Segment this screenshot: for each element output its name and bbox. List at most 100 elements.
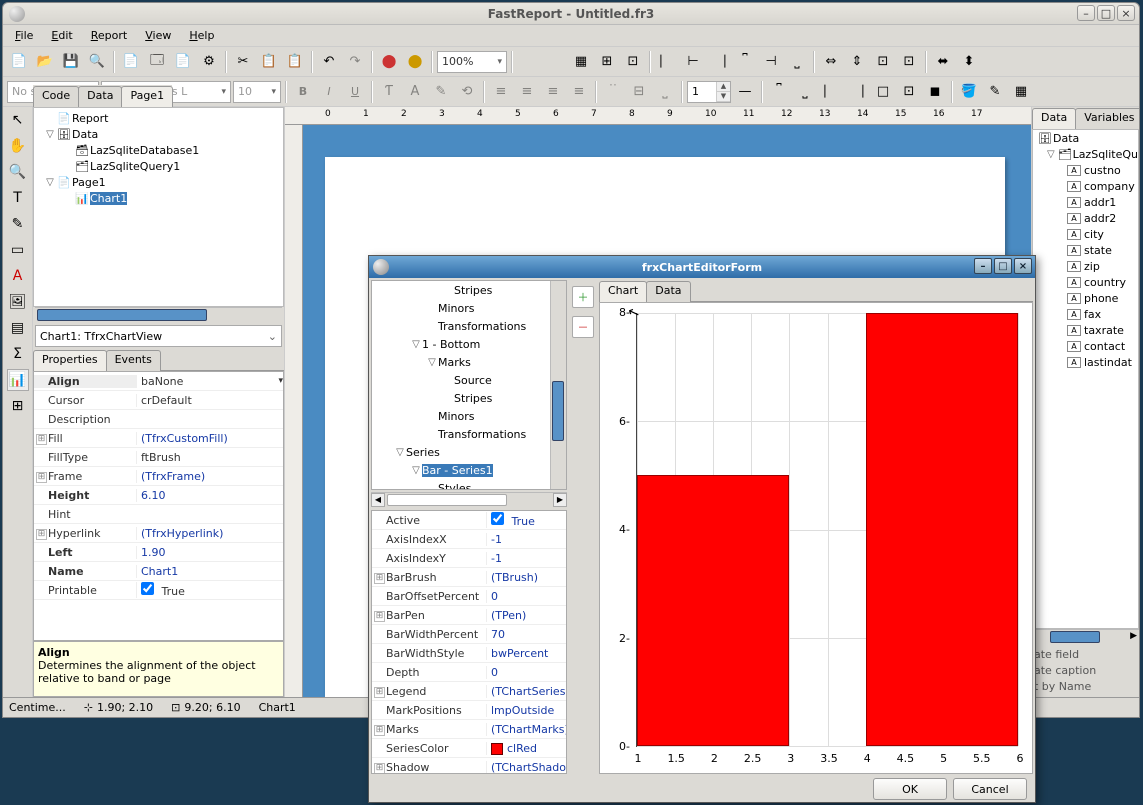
text-top-button[interactable]: ⎴ (601, 80, 625, 104)
property-row[interactable]: Fill(TfrxCustomFill) (34, 429, 283, 448)
series-property-grid[interactable]: Active TrueAxisIndexX-1AxisIndexY-1BarBr… (371, 510, 567, 774)
chart-tree-item[interactable]: Stripes (374, 389, 564, 407)
chart-tree-item[interactable]: ▽1 - Bottom (374, 335, 564, 353)
align-bottom-button[interactable]: ⎵ (785, 50, 809, 74)
preview-button[interactable]: 🔍 (85, 50, 109, 74)
cut-button[interactable]: ✂ (231, 50, 255, 74)
align-right-button[interactable]: ⎹ (707, 50, 731, 74)
chart-tree-item[interactable]: Source (374, 371, 564, 389)
text-justify-button[interactable]: ≡ (567, 80, 591, 104)
object-selector[interactable]: Chart1: TfrxChartView (35, 325, 282, 347)
property-row[interactable]: AlignbaNone▾ (34, 372, 283, 391)
frame-edit-button[interactable]: ▦ (1009, 80, 1033, 104)
data-field[interactable]: Afax (1033, 306, 1138, 322)
chart-structure-tree[interactable]: StripesMinorsTransformations▽1 - Bottom▽… (371, 280, 567, 490)
highlight-button[interactable]: ✎ (429, 80, 453, 104)
data-field[interactable]: Ataxrate (1033, 322, 1138, 338)
fill-color-button[interactable]: 🪣 (957, 80, 981, 104)
tab-right-data[interactable]: Data (1032, 108, 1076, 129)
series-property-row[interactable]: SeriesColorclRed (372, 739, 566, 758)
series-property-row[interactable]: Legend(TChartSeriesLe (372, 682, 566, 701)
property-row[interactable]: Hyperlink(TfrxHyperlink) (34, 524, 283, 543)
align-grid-button[interactable]: ⊞ (595, 50, 619, 74)
subreport-tool[interactable]: ▤ (7, 317, 29, 339)
chart-tool[interactable]: 📊 (7, 369, 29, 391)
tree-item[interactable]: 📄Report (36, 110, 281, 126)
font-color-button[interactable]: A (403, 80, 427, 104)
chart-tree-item[interactable]: Stripes (374, 281, 564, 299)
tree-item[interactable]: 🗃LazSqliteDatabase1 (36, 142, 281, 158)
property-row[interactable]: CursorcrDefault (34, 391, 283, 410)
data-field[interactable]: Acompany (1033, 178, 1138, 194)
data-field[interactable]: Astate (1033, 242, 1138, 258)
series-property-row[interactable]: Shadow(TChartShadow) (372, 758, 566, 774)
property-row[interactable]: Printable True (34, 581, 283, 600)
group-button[interactable]: ⬤ (377, 50, 401, 74)
series-property-row[interactable]: BarBrush(TBrush) (372, 568, 566, 587)
align-center-button[interactable]: ⊢ (681, 50, 705, 74)
frame-right-button[interactable]: ⎹ (845, 80, 869, 104)
data-root[interactable]: 🗄Data (1033, 130, 1138, 146)
dialog-ok-button[interactable]: OK (873, 778, 947, 800)
chart-tree-item[interactable]: ▽Bar - Series1 (374, 461, 564, 479)
property-grid[interactable]: AlignbaNone▾CursorcrDefaultDescriptionFi… (33, 371, 284, 641)
grid-button[interactable]: ▦ (569, 50, 593, 74)
data-field[interactable]: Acountry (1033, 274, 1138, 290)
band-tool[interactable]: ▭ (7, 239, 29, 261)
space-h-button[interactable]: ⇔ (819, 50, 843, 74)
format-tool[interactable]: ✎ (7, 213, 29, 235)
tree-hscroll[interactable] (35, 307, 282, 323)
dialog-cancel-button[interactable]: Cancel (953, 778, 1027, 800)
undo-button[interactable]: ↶ (317, 50, 341, 74)
frame-left-button[interactable]: ⎸ (819, 80, 843, 104)
dialog-close-button[interactable]: × (1014, 258, 1032, 274)
same-height-button[interactable]: ⬍ (957, 50, 981, 74)
series-property-row[interactable]: BarPen(TPen) (372, 606, 566, 625)
data-tree[interactable]: 🗄Data▽🗂LazSqliteQuAcustnoAcompanyAaddr1A… (1032, 129, 1139, 629)
series-property-row[interactable]: Marks(TChartMarks) (372, 720, 566, 739)
frame-top-button[interactable]: ⎴ (767, 80, 791, 104)
redo-button[interactable]: ↷ (343, 50, 367, 74)
property-row[interactable]: Height6.10 (34, 486, 283, 505)
rotate-button[interactable]: ⟲ (455, 80, 479, 104)
data-source[interactable]: ▽🗂LazSqliteQu (1033, 146, 1138, 162)
chart-tree-item[interactable]: Minors (374, 407, 564, 425)
delete-page-button[interactable]: 📄 (171, 50, 195, 74)
property-row[interactable]: NameChart1 (34, 562, 283, 581)
align-left-button[interactable]: ⎸ (655, 50, 679, 74)
open-button[interactable]: 📂 (33, 50, 57, 74)
new-dialog-button[interactable]: 🗔 (145, 50, 169, 74)
lineweight-spin[interactable]: ▲▼ (687, 81, 731, 103)
space-v-button[interactable]: ⇕ (845, 50, 869, 74)
sigma-tool[interactable]: Σ (7, 343, 29, 365)
font-settings-button[interactable]: Ƭ (377, 80, 401, 104)
text-left-button[interactable]: ≡ (489, 80, 513, 104)
tree-item[interactable]: 🗂LazSqliteQuery1 (36, 158, 281, 174)
save-button[interactable]: 💾 (59, 50, 83, 74)
menu-report[interactable]: Report (83, 27, 135, 44)
picture-tool[interactable]: 🖼 (7, 291, 29, 313)
zoom-combo[interactable]: 100% (437, 51, 507, 73)
tab-properties[interactable]: Properties (33, 350, 107, 371)
chart-tree-item[interactable]: Styles (374, 479, 564, 490)
ungroup-button[interactable]: ⬤ (403, 50, 427, 74)
menu-edit[interactable]: Edit (43, 27, 80, 44)
data-field[interactable]: Aaddr2 (1033, 210, 1138, 226)
series-property-row[interactable]: BarWidthStylebwPercent (372, 644, 566, 663)
menu-file[interactable]: File (7, 27, 41, 44)
property-row[interactable]: Description (34, 410, 283, 429)
dlg-tree-vscroll[interactable] (550, 281, 566, 489)
data-field[interactable]: Acity (1033, 226, 1138, 242)
data-field[interactable]: Acustno (1033, 162, 1138, 178)
chart-tree-item[interactable]: ▽Marks (374, 353, 564, 371)
align-top-button[interactable]: ⎴ (733, 50, 757, 74)
tree-item[interactable]: 📊Chart1 (36, 190, 281, 206)
chart-tree-item[interactable]: Minors (374, 299, 564, 317)
paste-button[interactable]: 📋 (283, 50, 307, 74)
series-property-row[interactable]: BarWidthPercent70 (372, 625, 566, 644)
minimize-button[interactable]: – (1077, 5, 1095, 21)
text-right-button[interactable]: ≡ (541, 80, 565, 104)
tree-item[interactable]: ▽📄Page1 (36, 174, 281, 190)
tree-item[interactable]: ▽🗄Data (36, 126, 281, 142)
dialog-maximize-button[interactable]: □ (994, 258, 1012, 274)
